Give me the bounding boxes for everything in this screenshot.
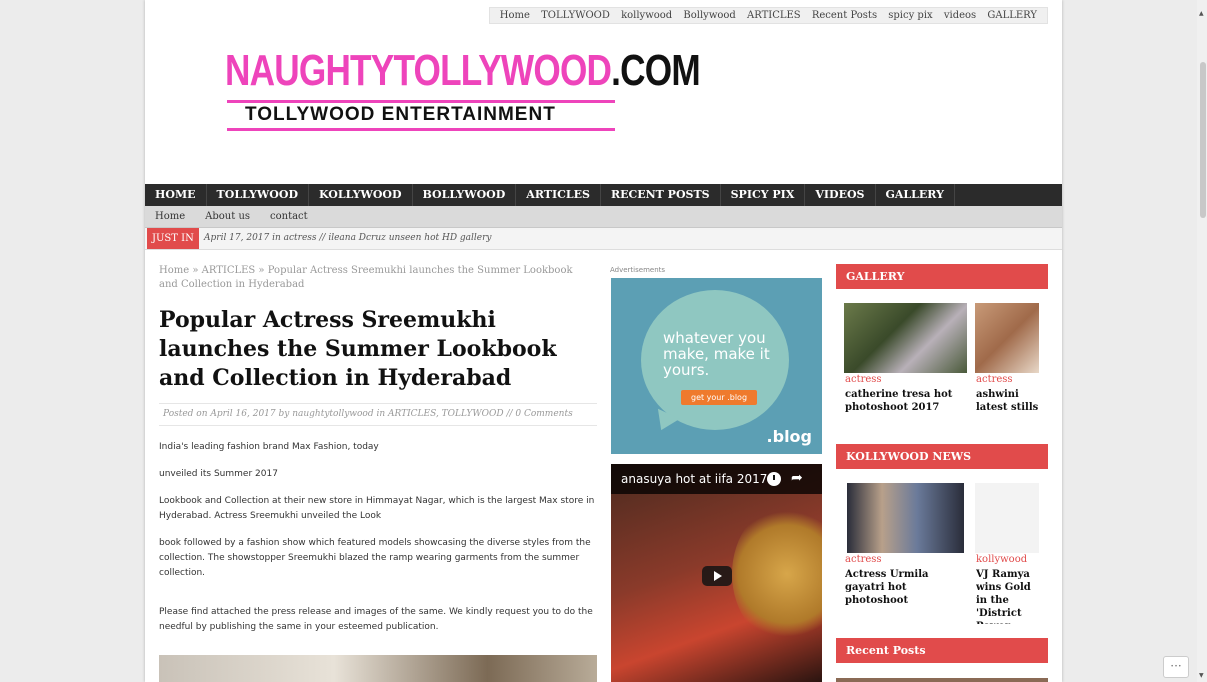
gallery-thumb-ashwini[interactable] <box>975 303 1039 373</box>
ad-button[interactable]: get your .blog <box>681 390 758 405</box>
video-title[interactable]: anasuya hot at iifa 2017 <box>621 472 767 486</box>
ad-text: whatever you make, make it yours. <box>663 329 770 379</box>
kollywood-category-1[interactable]: actress <box>845 554 882 565</box>
main-nav-articles[interactable]: ARTICLES <box>516 184 601 206</box>
breadcrumb[interactable]: Home » ARTICLES » Popular Actress Sreemu… <box>159 264 579 292</box>
kollywood-thumb-urmila[interactable] <box>847 483 964 553</box>
article-paragraph: book followed by a fashion show which fe… <box>159 538 591 578</box>
post-meta: Posted on April 16, 2017 by naughtytolly… <box>159 403 597 426</box>
logo-rule-bottom <box>227 128 615 131</box>
recent-posts-heading: Recent Posts <box>836 638 1048 663</box>
kollywood-title-1[interactable]: Actress Urmila gayatri hot photoshoot <box>845 568 945 607</box>
scroll-up-icon[interactable]: ▲ <box>1199 10 1204 17</box>
sub-nav-home[interactable]: Home <box>145 206 195 227</box>
article-body: India's leading fashion brand Max Fashio… <box>159 440 604 647</box>
article-paragraph: Please find attached the press release a… <box>159 607 593 632</box>
article-paragraph: Lookbook and Collection at their new sto… <box>159 496 595 521</box>
scrollbar-thumb[interactable] <box>1200 62 1206 218</box>
main-nav-home[interactable]: HOME <box>145 184 207 206</box>
top-nav-articles[interactable]: ARTICLES <box>747 10 801 21</box>
sub-nav-about-us[interactable]: About us <box>195 206 260 227</box>
top-nav-gallery[interactable]: GALLERY <box>987 10 1037 21</box>
gallery-thumb-catherine[interactable] <box>844 303 967 373</box>
gallery-category-1[interactable]: actress <box>845 374 882 385</box>
top-nav-kollywood[interactable]: kollywood <box>621 10 672 21</box>
share-icon[interactable]: ➦ <box>791 470 803 486</box>
main-nav-recent-posts[interactable]: RECENT POSTS <box>601 184 721 206</box>
gallery-title-1[interactable]: catherine tresa hot photoshoot 2017 <box>845 388 963 414</box>
top-nav-videos[interactable]: videos <box>944 10 976 21</box>
play-icon[interactable] <box>702 566 732 586</box>
kollywood-thumb-ramya[interactable] <box>975 483 1039 553</box>
main-nav-bollywood[interactable]: BOLLYWOOD <box>413 184 517 206</box>
recent-post-thumb[interactable] <box>836 678 1048 682</box>
ad-logo: .blog <box>766 427 812 446</box>
just-in-link[interactable]: April 17, 2017 in actress // ileana Dcru… <box>204 228 492 249</box>
site-logo[interactable]: NAUGHTYTOLLYWOOD.COM TOLLYWOOD ENTERTAIN… <box>225 46 701 138</box>
clock-icon[interactable] <box>767 472 781 486</box>
scroll-down-icon[interactable]: ▼ <box>1199 672 1204 679</box>
advertisement[interactable]: whatever you make, make it yours. get yo… <box>611 278 822 454</box>
gallery-widget-heading: GALLERY <box>836 264 1048 289</box>
top-nav-recent-posts[interactable]: Recent Posts <box>812 10 877 21</box>
top-nav: Home TOLLYWOOD kollywood Bollywood ARTIC… <box>488 7 1048 24</box>
top-nav-bollywood[interactable]: Bollywood <box>683 10 735 21</box>
just-in-label: JUST IN <box>147 228 199 249</box>
top-nav-spicy-pix[interactable]: spicy pix <box>888 10 932 21</box>
main-nav-tollywood[interactable]: TOLLYWOOD <box>207 184 309 206</box>
article-image <box>159 655 597 682</box>
page: Home TOLLYWOOD kollywood Bollywood ARTIC… <box>145 0 1062 682</box>
just-in-ticker: JUST IN April 17, 2017 in actress // ile… <box>145 228 1062 250</box>
article-paragraph: unveiled its Summer 2017 <box>159 469 278 479</box>
kollywood-widget-heading: KOLLYWOOD NEWS <box>836 444 1048 469</box>
logo-rule-top <box>227 100 615 103</box>
video-player[interactable]: anasuya hot at iifa 2017 ➦ <box>611 464 822 682</box>
more-options-button[interactable]: ··· <box>1163 656 1189 678</box>
gallery-category-2[interactable]: actress <box>976 374 1013 385</box>
main-nav: HOME TOLLYWOOD KOLLYWOOD BOLLYWOOD ARTIC… <box>145 184 1062 206</box>
sub-nav-contact[interactable]: contact <box>260 206 318 227</box>
top-nav-tollywood[interactable]: TOLLYWOOD <box>541 10 610 21</box>
logo-wordmark: NAUGHTYTOLLYWOOD.COM <box>225 46 701 95</box>
ads-label: Advertisements <box>610 266 666 274</box>
kollywood-category-2[interactable]: kollywood <box>976 554 1027 565</box>
article-title: Popular Actress Sreemukhi launches the S… <box>159 307 557 391</box>
gallery-title-2[interactable]: ashwini latest stills 2017 <box>976 388 1040 414</box>
top-nav-home[interactable]: Home <box>500 10 530 21</box>
sub-nav: Home About us contact <box>145 206 1062 228</box>
main-nav-gallery[interactable]: GALLERY <box>876 184 955 206</box>
main-nav-videos[interactable]: VIDEOS <box>805 184 876 206</box>
kollywood-title-2[interactable]: VJ Ramya wins Gold in the 'District Powe… <box>976 568 1040 624</box>
logo-subtitle: TOLLYWOOD ENTERTAINMENT <box>245 104 556 125</box>
main-nav-spicy-pix[interactable]: SPICY PIX <box>721 184 806 206</box>
article-paragraph: India's leading fashion brand Max Fashio… <box>159 442 379 452</box>
main-nav-kollywood[interactable]: KOLLYWOOD <box>309 184 413 206</box>
